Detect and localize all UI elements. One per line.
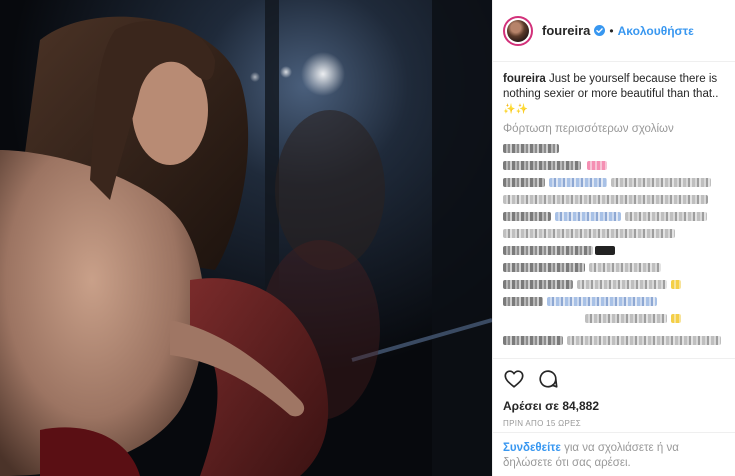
comment-row	[503, 333, 725, 349]
post-photo[interactable]	[0, 0, 492, 476]
comments-list	[493, 135, 735, 349]
comment-row	[503, 226, 725, 242]
comment-row	[503, 175, 725, 191]
comment-row	[503, 277, 725, 293]
heart-icon[interactable]	[503, 368, 525, 390]
likes-count[interactable]: Αρέσει σε 84,882	[503, 399, 725, 413]
verified-badge-icon	[594, 25, 606, 36]
comment-row	[503, 260, 725, 276]
comment-row	[503, 141, 725, 157]
sparkles-emoji: ✨✨	[503, 104, 528, 115]
caption: foureira Just be yourself because there …	[493, 62, 735, 117]
comment-row	[503, 192, 725, 208]
comment-row	[503, 243, 725, 259]
avatar[interactable]	[503, 15, 533, 46]
post-actions: Αρέσει σε 84,882 ΠΡΙΝ ΑΠΟ 15 ΩΡΕΣ	[493, 358, 735, 428]
comment-bubble-icon[interactable]	[537, 368, 559, 390]
comment-row	[503, 294, 725, 310]
comment-row	[503, 158, 725, 174]
instagram-post: foureira • Ακολουθήστε foureira Just be …	[0, 0, 735, 476]
login-link[interactable]: Συνδεθείτε	[503, 442, 561, 454]
separator-dot: •	[609, 23, 614, 38]
follow-button[interactable]: Ακολουθήστε	[618, 24, 694, 38]
load-more-comments-link[interactable]: Φόρτωση περισσότερων σχολίων	[493, 117, 735, 135]
caption-username[interactable]: foureira	[503, 73, 546, 85]
post-sidebar: foureira • Ακολουθήστε foureira Just be …	[492, 0, 735, 476]
photo-illustration	[0, 0, 492, 476]
post-timestamp[interactable]: ΠΡΙΝ ΑΠΟ 15 ΩΡΕΣ	[503, 419, 725, 428]
username-link[interactable]: foureira	[542, 23, 590, 38]
comment-row	[503, 209, 725, 225]
post-header: foureira • Ακολουθήστε	[493, 0, 735, 62]
login-prompt: Συνδεθείτε για να σχολιάσετε ή να δηλώσε…	[493, 432, 735, 471]
comment-row	[503, 311, 725, 327]
